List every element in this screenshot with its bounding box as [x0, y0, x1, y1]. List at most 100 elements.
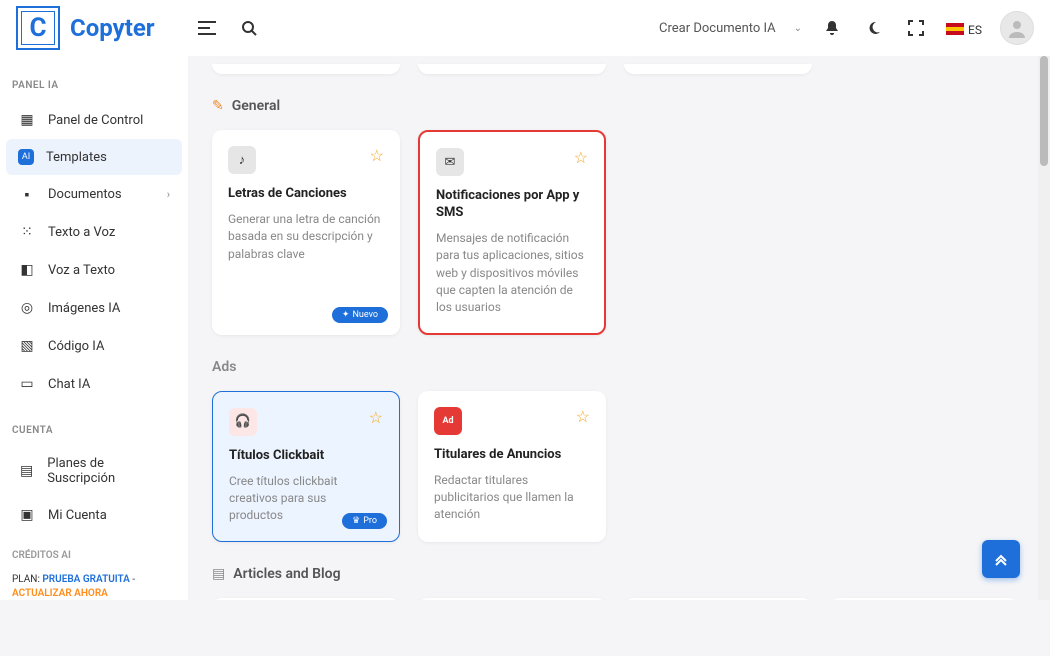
badge-nuevo: ✦Nuevo	[332, 307, 388, 323]
star-icon[interactable]: ☆	[369, 408, 383, 427]
lang-code: ES	[968, 23, 982, 37]
star-icon[interactable]: ☆	[576, 407, 590, 426]
card-letras-canciones[interactable]: ♪ ☆ Letras de Canciones Generar una letr…	[212, 130, 400, 335]
main-content: ✎ General ♪ ☆ Letras de Canciones Genera…	[188, 56, 1050, 600]
sidebar-section-creditos: CRÉDITOS AI	[0, 534, 188, 569]
music-icon: ♪	[228, 146, 256, 174]
cards-ads: 🎧 ☆ Títulos Clickbait Cree títulos click…	[212, 391, 1026, 542]
sidebar-item-imagenes-ia[interactable]: ◎ Imágenes IA	[6, 289, 182, 327]
fullscreen-icon[interactable]	[904, 16, 928, 40]
menu-toggle-icon[interactable]	[195, 16, 219, 40]
sidebar-item-planes[interactable]: ▤ Planes de Suscripción	[6, 446, 182, 496]
card-partial-top[interactable]	[418, 64, 606, 74]
avatar[interactable]	[1000, 11, 1034, 45]
ad-icon: Ad	[434, 407, 462, 435]
dashboard-icon: ▦	[18, 111, 36, 129]
partial-cards-above	[212, 64, 1026, 74]
topbar-right: Crear Documento IA ⌄ ES	[659, 11, 1034, 45]
sidebar-section-cuenta: CUENTA	[0, 417, 188, 446]
section-title: General	[232, 98, 280, 114]
account-icon: ▣	[18, 506, 36, 524]
sidebar-item-label: Mi Cuenta	[48, 508, 107, 523]
sidebar-item-label: Documentos	[48, 187, 122, 202]
topbar-left-tools	[195, 16, 261, 40]
logo-mark: C	[16, 6, 60, 50]
chevron-down-icon[interactable]: ⌄	[794, 23, 802, 34]
code-ai-icon: ▧	[18, 337, 36, 355]
folder-icon: ▪	[18, 185, 36, 203]
flag-es-icon	[946, 23, 964, 35]
create-document-link[interactable]: Crear Documento IA	[659, 21, 776, 36]
sidebar-item-label: Imágenes IA	[48, 301, 120, 316]
theme-toggle-icon[interactable]	[862, 16, 886, 40]
sidebar-item-chat-ia[interactable]: ▭ Chat IA	[6, 365, 182, 403]
star-icon[interactable]: ☆	[370, 146, 384, 165]
card-title: Notificaciones por App y SMS	[436, 188, 588, 222]
sidebar-item-label: Texto a Voz	[48, 225, 115, 240]
language-selector[interactable]: ES	[946, 19, 982, 38]
speech-to-text-icon: ◧	[18, 261, 36, 279]
logo-text: Copyter	[70, 14, 155, 42]
sidebar-item-label: Templates	[46, 150, 107, 165]
cards-general: ♪ ☆ Letras de Canciones Generar una letr…	[212, 130, 1026, 335]
document-icon: ▤	[212, 566, 225, 582]
card-titulares-anuncios[interactable]: Ad ☆ Titulares de Anuncios Redactar titu…	[418, 391, 606, 542]
templates-icon: AI	[18, 149, 34, 165]
sidebar-item-label: Panel de Control	[48, 113, 143, 128]
audio-wave-icon: ⁙	[18, 223, 36, 241]
section-title: Articles and Blog	[233, 566, 340, 582]
sidebar-item-voz-a-texto[interactable]: ◧ Voz a Texto	[6, 251, 182, 289]
badge-text: Pro	[363, 516, 377, 526]
plan-sep: -	[130, 574, 135, 585]
section-header-articles: ▤ Articles and Blog	[212, 566, 1026, 582]
sidebar: PANEL IA ▦ Panel de Control AI Templates…	[0, 56, 188, 600]
badge-pro: ♛Pro	[342, 513, 387, 529]
scrollbar-thumb[interactable]	[1040, 56, 1048, 166]
sidebar-section-panel: PANEL IA	[0, 72, 188, 101]
scrollbar-track[interactable]	[1038, 56, 1050, 600]
card-partial-top[interactable]	[624, 64, 812, 74]
badge-text: Nuevo	[352, 310, 378, 320]
chat-ai-icon: ▭	[18, 375, 36, 393]
logo[interactable]: C Copyter	[16, 6, 155, 50]
pencil-icon: ✎	[212, 98, 224, 114]
plan-line: PLAN: PRUEBA GRATUITA - ACTUALIZAR AHORA	[0, 569, 188, 600]
sidebar-item-codigo-ia[interactable]: ▧ Código IA	[6, 327, 182, 365]
sparkle-icon: ✦	[342, 310, 350, 320]
card-title: Títulos Clickbait	[229, 448, 383, 465]
crown-icon: ♛	[352, 516, 360, 526]
plan-upgrade-link[interactable]: ACTUALIZAR AHORA	[12, 588, 108, 599]
sidebar-item-texto-a-voz[interactable]: ⁙ Texto a Voz	[6, 213, 182, 251]
card-title: Letras de Canciones	[228, 186, 384, 203]
star-icon[interactable]: ☆	[574, 148, 588, 167]
card-titulos-clickbait[interactable]: 🎧 ☆ Títulos Clickbait Cree títulos click…	[212, 391, 400, 542]
section-title: Ads	[212, 359, 236, 375]
sidebar-item-mi-cuenta[interactable]: ▣ Mi Cuenta	[6, 496, 182, 534]
sidebar-item-label: Voz a Texto	[48, 263, 115, 278]
search-icon[interactable]	[237, 16, 261, 40]
chevron-right-icon: ›	[167, 188, 170, 201]
section-header-ads: Ads	[212, 359, 1026, 375]
sms-icon: ✉	[436, 148, 464, 176]
sidebar-item-documentos[interactable]: ▪ Documentos ›	[6, 175, 182, 213]
subscription-icon: ▤	[18, 462, 35, 480]
sidebar-item-label: Código IA	[48, 339, 104, 354]
card-notificaciones-sms[interactable]: ✉ ☆ Notificaciones por App y SMS Mensaje…	[418, 130, 606, 335]
sidebar-item-templates[interactable]: AI Templates	[6, 139, 182, 175]
scroll-top-button[interactable]	[982, 540, 1020, 578]
plan-name: PRUEBA GRATUITA	[42, 574, 130, 585]
card-desc: Generar una letra de canción basada en s…	[228, 211, 384, 263]
plan-prefix: PLAN:	[12, 574, 40, 585]
topbar: C Copyter Crear Documento IA ⌄ ES	[0, 0, 1050, 56]
card-title: Titulares de Anuncios	[434, 447, 590, 464]
card-desc: Mensajes de notificación para tus aplica…	[436, 230, 588, 317]
card-desc: Redactar titulares publicitarios que lla…	[434, 472, 590, 524]
bell-icon[interactable]	[820, 16, 844, 40]
sidebar-item-label: Chat IA	[48, 377, 90, 392]
sidebar-item-label: Planes de Suscripción	[47, 456, 170, 486]
card-partial-top[interactable]	[212, 64, 400, 74]
headphones-icon: 🎧	[229, 408, 257, 436]
sidebar-item-panel-control[interactable]: ▦ Panel de Control	[6, 101, 182, 139]
logo-letter: C	[29, 13, 46, 43]
image-ai-icon: ◎	[18, 299, 36, 317]
